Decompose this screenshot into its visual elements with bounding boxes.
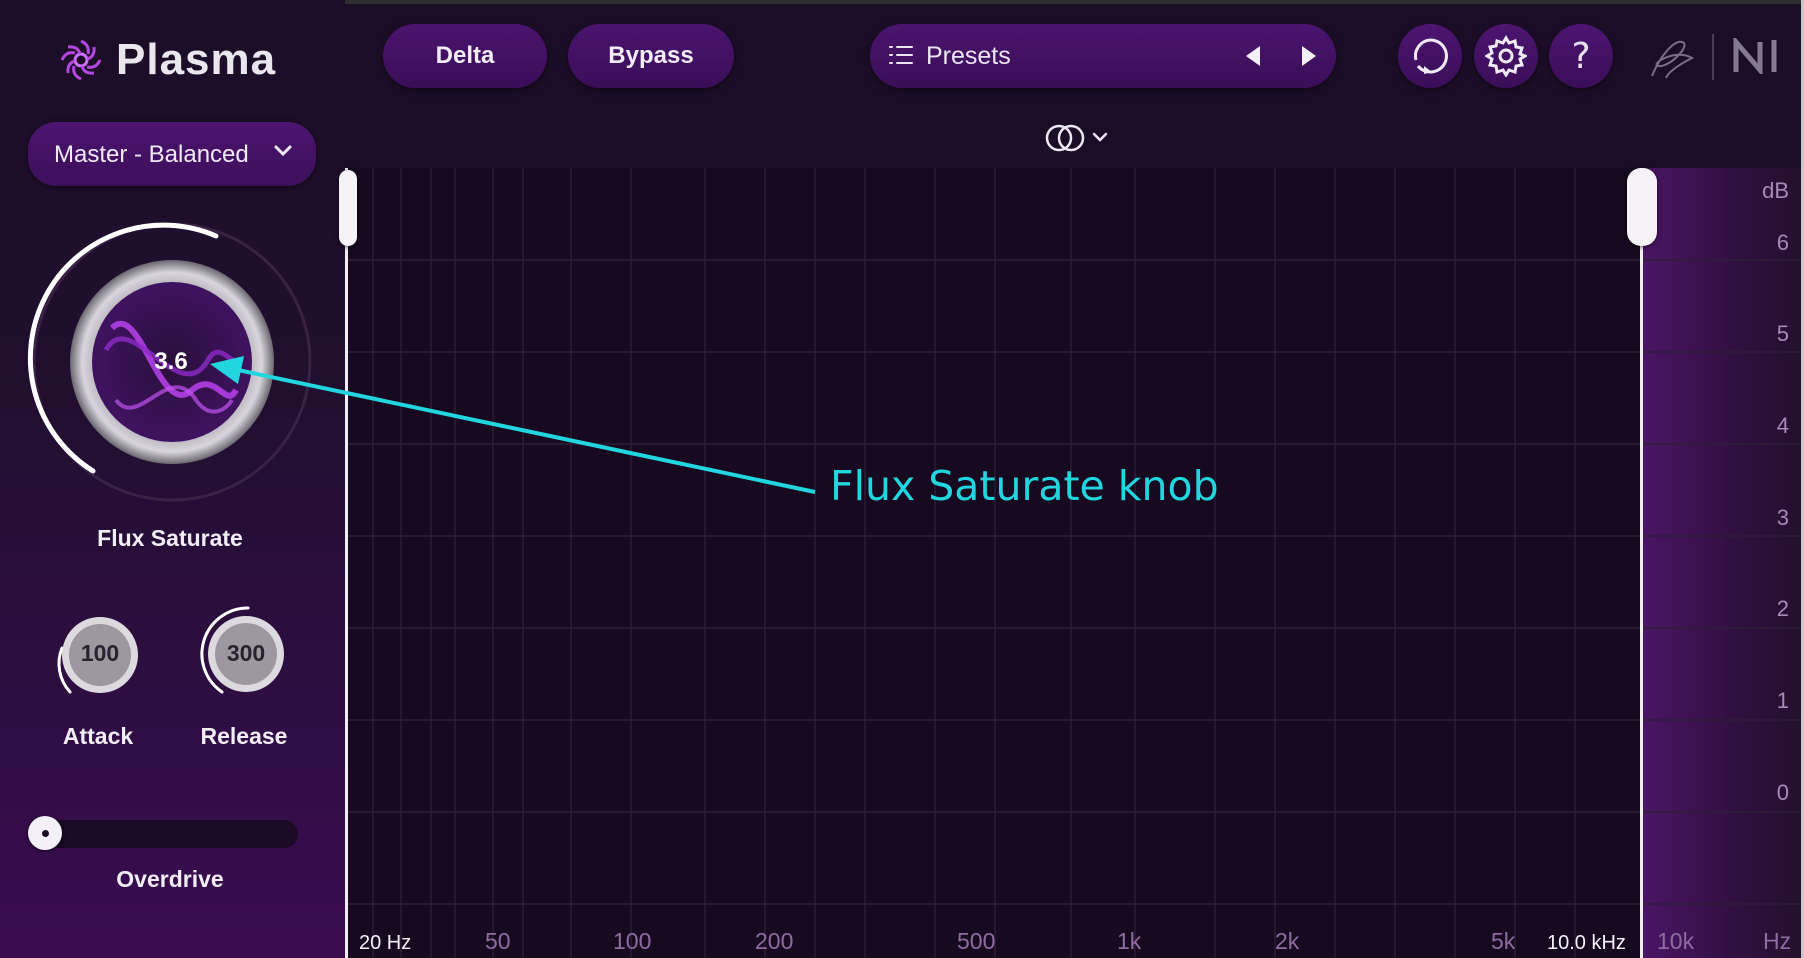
plugin-window: Plasma Master - Balanced 3.6 Flux Satura…: [0, 0, 1801, 958]
app-window: Plasma Master - Balanced 3.6 Flux Satura…: [0, 0, 1804, 958]
annotation-label: Flux Saturate knob: [830, 462, 1219, 510]
